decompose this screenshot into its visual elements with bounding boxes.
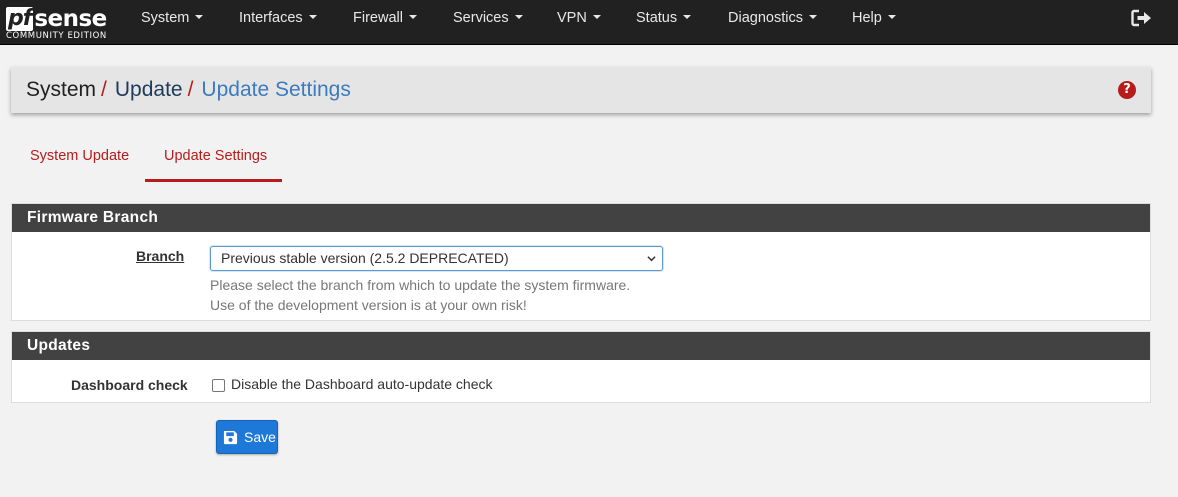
save-button[interactable]: Save [216,420,278,454]
nav-menu-help[interactable]: Help [852,0,896,45]
caret-down-icon [195,15,204,20]
nav-menu-label: Status [636,10,678,26]
panel-title: Updates [12,332,1150,360]
tab-label: System Update [30,148,130,164]
nav-menu-label: Help [852,10,882,26]
nav-menu-services[interactable]: Services [453,0,523,45]
breadcrumb-item-system[interactable]: System [26,78,96,101]
dashboard-check-checkbox-label[interactable]: Disable the Dashboard auto-update check [231,376,493,392]
nav-menu-vpn[interactable]: VPN [557,0,601,45]
dashboard-check-checkbox[interactable] [212,379,225,392]
nav-menu-interfaces[interactable]: Interfaces [239,0,317,45]
breadcrumb-item-update-settings[interactable]: Update Settings [201,78,350,101]
logo-wordmark: pf sense [6,3,107,31]
nav-menu-system[interactable]: System [141,0,204,45]
caret-down-icon [887,15,896,20]
caret-down-icon [683,15,692,20]
branch-help-text: Please select the branch from which to u… [210,277,631,293]
breadcrumb-item-update[interactable]: Update [115,78,183,101]
firmware-branch-panel: Firmware Branch Branch Previous stable v… [11,203,1151,321]
breadcrumb-separator: / [187,78,194,101]
breadcrumb-bar: System / Update / Update Settings ? [11,67,1151,113]
nav-menu-status[interactable]: Status [636,0,692,45]
branch-select[interactable]: Previous stable version (2.5.2 DEPRECATE… [210,246,663,271]
panel-title: Firmware Branch [12,204,1150,232]
branch-warning-text: Use of the development version is at you… [210,297,527,313]
logo-suffix: sense [34,6,107,32]
updates-panel: Updates Dashboard check Disable the Dash… [11,331,1151,403]
nav-menu-label: Firewall [353,10,403,26]
caret-down-icon [592,15,601,20]
nav-menu-label: System [141,10,190,26]
caret-down-icon [808,15,817,20]
breadcrumb: System / Update / Update Settings [26,67,351,113]
tab-update-settings[interactable]: Update Settings [145,134,282,182]
nav-menu-label: Diagnostics [728,10,803,26]
nav-menu-diagnostics[interactable]: Diagnostics [728,0,817,45]
branch-select-value: Previous stable version (2.5.2 DEPRECATE… [221,250,509,266]
logo-edition: COMMUNITY EDITION [6,31,107,41]
save-button-label: Save [244,429,276,445]
nav-menu-firewall[interactable]: Firewall [353,0,417,45]
caret-down-icon [514,15,523,20]
caret-down-icon [308,15,317,20]
tab-label: Update Settings [164,148,268,164]
breadcrumb-separator: / [101,78,107,101]
branch-label: Branch [136,248,185,264]
question-circle-icon[interactable]: ? [1118,81,1136,99]
top-navbar: pf sense COMMUNITY EDITION System Interfa… [0,0,1178,45]
sign-out-icon[interactable] [1131,9,1153,27]
dashboard-check-label: Dashboard check [71,377,188,393]
nav-menu-label: Interfaces [239,10,303,26]
nav-menu-label: Services [453,10,509,26]
nav-menu-label: VPN [557,10,587,26]
logo-prefix: pf [6,6,34,31]
pfsense-logo[interactable]: pf sense COMMUNITY EDITION [6,3,112,41]
tab-system-update[interactable]: System Update [30,134,129,182]
caret-down-icon [408,15,417,20]
save-icon [223,430,238,445]
chevron-down-icon [647,256,656,262]
